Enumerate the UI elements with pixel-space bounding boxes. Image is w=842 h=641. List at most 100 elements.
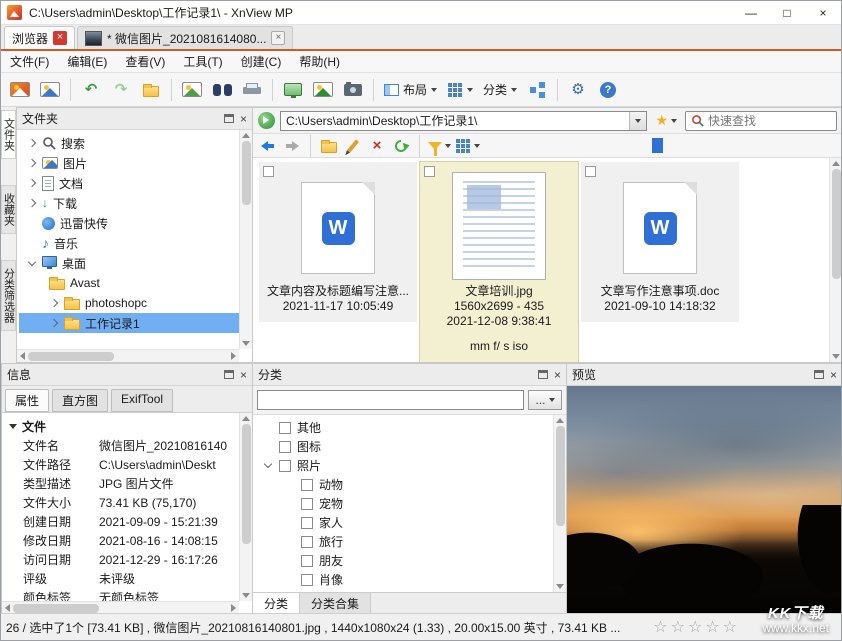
capture-button[interactable] bbox=[339, 76, 367, 104]
browse-button[interactable] bbox=[6, 76, 34, 104]
minimize-button[interactable]: — bbox=[733, 1, 769, 24]
edit-button[interactable] bbox=[343, 136, 363, 156]
tab-close-icon[interactable]: × bbox=[53, 31, 67, 45]
scroll-up-icon[interactable] bbox=[242, 133, 250, 138]
scroll-right-icon[interactable] bbox=[231, 604, 236, 612]
menu-help[interactable]: 帮助(H) bbox=[290, 51, 349, 72]
folder-item-downloads[interactable]: ↓ 下载 bbox=[19, 193, 239, 213]
category-item[interactable]: 花卉 bbox=[257, 589, 553, 592]
category-item[interactable]: 动物 bbox=[257, 475, 553, 494]
category-checkbox[interactable] bbox=[301, 498, 313, 510]
scrollbar-thumb[interactable] bbox=[13, 604, 99, 613]
folder-item-search[interactable]: 搜索 bbox=[19, 133, 239, 153]
folder-item-avast[interactable]: Avast bbox=[19, 273, 239, 293]
new-folder-button[interactable] bbox=[319, 136, 339, 156]
address-combobox[interactable]: C:\Users\admin\Desktop\工作记录1\ bbox=[280, 111, 647, 131]
tab-histogram[interactable]: 直方图 bbox=[52, 389, 108, 412]
scroll-left-icon[interactable] bbox=[20, 352, 25, 360]
rating-stars[interactable]: ☆☆☆☆☆ bbox=[653, 617, 740, 637]
file-checkbox[interactable] bbox=[424, 166, 435, 177]
undock-panel-icon[interactable] bbox=[224, 114, 234, 123]
close-panel-icon[interactable]: × bbox=[240, 113, 247, 125]
chevron-right-icon[interactable] bbox=[28, 199, 36, 207]
batch-convert-button[interactable] bbox=[309, 76, 337, 104]
file-checkbox[interactable] bbox=[263, 166, 274, 177]
category-more-button[interactable]: ... bbox=[528, 390, 562, 410]
category-checkbox[interactable] bbox=[301, 517, 313, 529]
quick-search-input[interactable] bbox=[708, 114, 818, 128]
scroll-down-icon[interactable] bbox=[242, 341, 250, 346]
view-image-button[interactable] bbox=[36, 76, 64, 104]
folder-item-pictures[interactable]: 图片 bbox=[19, 153, 239, 173]
close-panel-icon[interactable]: × bbox=[554, 369, 561, 381]
folder-item-xunlei[interactable]: 迅雷快传 bbox=[19, 213, 239, 233]
menu-view[interactable]: 查看(V) bbox=[116, 51, 174, 72]
address-dropdown-button[interactable] bbox=[629, 112, 646, 130]
undock-panel-icon[interactable] bbox=[538, 370, 548, 379]
category-item[interactable]: 旅行 bbox=[257, 532, 553, 551]
chevron-right-icon[interactable] bbox=[28, 179, 36, 187]
collapse-triangle-icon[interactable] bbox=[9, 424, 17, 429]
category-checkbox[interactable] bbox=[279, 422, 291, 434]
chevron-down-icon[interactable] bbox=[264, 460, 272, 468]
menu-tools[interactable]: 工具(T) bbox=[174, 51, 231, 72]
scrollbar-thumb[interactable] bbox=[242, 424, 251, 544]
scrollbar-thumb[interactable] bbox=[28, 352, 114, 361]
chevron-right-icon[interactable] bbox=[50, 299, 58, 307]
category-item[interactable]: 家人 bbox=[257, 513, 553, 532]
category-checkbox[interactable] bbox=[301, 479, 313, 491]
file-item[interactable]: W 文章写作注意事项.doc 2021-09-10 14:18:32 bbox=[581, 162, 739, 322]
tab-properties[interactable]: 属性 bbox=[5, 389, 49, 412]
undock-panel-icon[interactable] bbox=[814, 370, 824, 379]
info-vertical-scrollbar[interactable] bbox=[239, 413, 252, 601]
chevron-down-icon[interactable] bbox=[28, 257, 36, 265]
delete-button[interactable]: × bbox=[367, 136, 387, 156]
folder-item-photoshopc[interactable]: photoshopc bbox=[19, 293, 239, 313]
undo-button[interactable]: ↶ bbox=[77, 76, 105, 104]
file-item-selected[interactable]: 文章培训.jpg 1560x2699 - 435 2021-12-08 9:38… bbox=[420, 162, 578, 362]
settings-button[interactable]: ⚙ bbox=[564, 76, 592, 104]
tab-exiftool[interactable]: ExifTool bbox=[111, 389, 173, 412]
folder-item-work-record-selected[interactable]: 工作记录1 bbox=[19, 313, 239, 333]
quick-search-box[interactable] bbox=[685, 111, 837, 131]
scroll-right-icon[interactable] bbox=[231, 352, 236, 360]
tab-browser[interactable]: 浏览器 × bbox=[4, 26, 75, 49]
thumbnail-view-dropdown[interactable] bbox=[455, 136, 480, 156]
help-button[interactable]: ? bbox=[594, 76, 622, 104]
scrollbar-thumb[interactable] bbox=[242, 141, 251, 205]
sidebar-tab-category-filter[interactable]: 分类筛选器 bbox=[1, 260, 16, 331]
thumbnails-vertical-scrollbar[interactable] bbox=[829, 158, 842, 362]
folder-item-desktop[interactable]: 桌面 bbox=[19, 253, 239, 273]
category-checkbox[interactable] bbox=[301, 536, 313, 548]
close-panel-icon[interactable]: × bbox=[240, 369, 247, 381]
redo-button[interactable]: ↷ bbox=[107, 76, 135, 104]
file-checkbox[interactable] bbox=[585, 166, 596, 177]
close-panel-icon[interactable]: × bbox=[830, 369, 837, 381]
tab-category-sets[interactable]: 分类合集 bbox=[300, 593, 371, 614]
category-item[interactable]: 朋友 bbox=[257, 551, 553, 570]
scroll-up-icon[interactable] bbox=[556, 418, 564, 423]
back-button[interactable] bbox=[258, 136, 278, 156]
open-folder-button[interactable] bbox=[137, 76, 165, 104]
fullscreen-button[interactable] bbox=[178, 76, 206, 104]
folder-item-music[interactable]: ♪ 音乐 bbox=[19, 233, 239, 253]
menu-create[interactable]: 创建(C) bbox=[232, 51, 291, 72]
forward-button[interactable] bbox=[282, 136, 302, 156]
chevron-right-icon[interactable] bbox=[28, 139, 36, 147]
slideshow-button[interactable] bbox=[279, 76, 307, 104]
category-checkbox[interactable] bbox=[301, 574, 313, 586]
category-checkbox[interactable] bbox=[279, 460, 291, 472]
category-item[interactable]: 图标 bbox=[257, 437, 553, 456]
sidebar-tab-favorites[interactable]: 收藏夹 bbox=[1, 185, 16, 234]
scroll-down-icon[interactable] bbox=[556, 584, 564, 589]
category-dropdown[interactable]: 分类 bbox=[479, 76, 521, 104]
scrollbar-thumb[interactable] bbox=[556, 426, 565, 526]
scroll-up-icon[interactable] bbox=[832, 161, 840, 166]
category-item-photos[interactable]: 照片 bbox=[257, 456, 553, 475]
close-button[interactable]: × bbox=[805, 1, 841, 24]
chevron-right-icon[interactable] bbox=[50, 319, 58, 327]
category-item[interactable]: 宠物 bbox=[257, 494, 553, 513]
search-button[interactable] bbox=[208, 76, 236, 104]
menu-edit[interactable]: 编辑(E) bbox=[58, 51, 116, 72]
layout-dropdown[interactable]: 布局 bbox=[380, 76, 441, 104]
